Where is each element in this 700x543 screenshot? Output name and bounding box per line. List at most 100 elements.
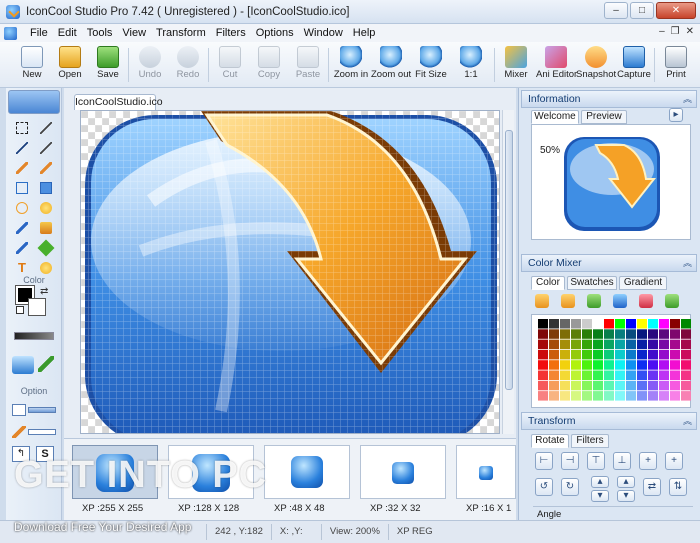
palette-swatch[interactable]	[637, 391, 647, 401]
menu-edit[interactable]: Edit	[53, 27, 82, 39]
palette-swatch[interactable]	[648, 360, 658, 370]
mixer-open-icon[interactable]	[561, 294, 575, 308]
palette-swatch[interactable]	[681, 380, 691, 391]
filled-ellipse-tool[interactable]	[34, 198, 58, 218]
palette-swatch[interactable]	[615, 349, 625, 360]
icon-canvas[interactable]	[80, 110, 500, 434]
palette-swatch[interactable]	[560, 380, 570, 391]
copy-button[interactable]: Copy	[249, 45, 289, 85]
center-v-icon[interactable]: +	[665, 452, 683, 470]
palette-swatch[interactable]	[615, 339, 625, 350]
fit-size-button[interactable]: Fit Size	[411, 45, 451, 85]
palette-swatch[interactable]	[538, 339, 548, 350]
format-thumb-32[interactable]	[360, 445, 446, 499]
palette-swatch[interactable]	[670, 329, 680, 339]
mixer-button[interactable]: Mixer	[496, 45, 536, 85]
palette-swatch[interactable]	[659, 380, 669, 391]
canvas-vertical-scrollbar[interactable]	[502, 110, 514, 434]
palette-swatch[interactable]	[670, 339, 680, 350]
option-square-icon[interactable]	[12, 404, 26, 416]
palette-swatch[interactable]	[571, 329, 581, 339]
menu-options[interactable]: Options	[251, 27, 299, 39]
menu-filters[interactable]: Filters	[211, 27, 251, 39]
palette-swatch[interactable]	[549, 380, 559, 391]
document-tab[interactable]: IconCoolStudio.ico	[74, 94, 163, 110]
palette-swatch[interactable]	[549, 349, 559, 360]
palette-swatch[interactable]	[593, 319, 603, 329]
mixer-save-icon[interactable]	[587, 294, 601, 308]
palette-swatch[interactable]	[637, 349, 647, 360]
maximize-button[interactable]: □	[630, 2, 654, 19]
palette-swatch[interactable]	[604, 370, 614, 381]
palette-swatch[interactable]	[670, 319, 680, 329]
palette-swatch[interactable]	[549, 360, 559, 370]
menu-file[interactable]: File	[25, 27, 53, 39]
palette-swatch[interactable]	[626, 360, 636, 370]
palette-swatch[interactable]	[637, 380, 647, 391]
menu-tools[interactable]: Tools	[82, 27, 118, 39]
palette-swatch[interactable]	[604, 319, 614, 329]
palette-swatch[interactable]	[659, 319, 669, 329]
palette-swatch[interactable]	[593, 380, 603, 391]
palette-swatch[interactable]	[659, 339, 669, 350]
nudge-up-icon[interactable]: ▴	[617, 476, 635, 488]
palette-swatch[interactable]	[571, 391, 581, 401]
scrollbar-thumb[interactable]	[505, 130, 513, 390]
flip-horizontal-icon[interactable]: ⇄	[643, 478, 661, 496]
ellipse-tool[interactable]	[10, 198, 34, 218]
scroll-right-icon[interactable]: ▸	[669, 108, 683, 122]
palette-swatch[interactable]	[648, 380, 658, 391]
palette-swatch[interactable]	[648, 391, 658, 401]
brush-size-bar[interactable]	[14, 332, 54, 340]
align-left-icon[interactable]: ⊢	[535, 452, 553, 470]
palette-swatch[interactable]	[648, 329, 658, 339]
palette-swatch[interactable]	[604, 380, 614, 391]
palette-swatch[interactable]	[560, 349, 570, 360]
rotate-right-icon[interactable]: ↻	[561, 478, 579, 496]
palette-swatch[interactable]	[637, 360, 647, 370]
gradient-tool[interactable]	[34, 238, 58, 258]
palette-swatch[interactable]	[571, 319, 581, 329]
palette-swatch[interactable]	[681, 391, 691, 401]
rotate-left-icon[interactable]: ↺	[535, 478, 553, 496]
undo-button[interactable]: Undo	[130, 45, 170, 85]
palette-swatch[interactable]	[571, 349, 581, 360]
spray-tool[interactable]	[10, 238, 34, 258]
format-thumb-48[interactable]	[264, 445, 350, 499]
palette-swatch[interactable]	[648, 349, 658, 360]
palette-swatch[interactable]	[626, 329, 636, 339]
image-icon[interactable]	[12, 356, 34, 374]
actual-size-button[interactable]: 1:1	[451, 45, 491, 85]
new-button[interactable]: New	[12, 45, 52, 85]
move-tool[interactable]	[34, 118, 58, 138]
zoom-out-button[interactable]: Zoom out	[371, 45, 411, 85]
palette-swatch[interactable]	[560, 370, 570, 381]
save-button[interactable]: Save	[88, 45, 128, 85]
palette-swatch[interactable]	[659, 391, 669, 401]
palette-swatch[interactable]	[670, 370, 680, 381]
palette-swatch[interactable]	[538, 349, 548, 360]
palette-swatch[interactable]	[681, 329, 691, 339]
tab-preview[interactable]: Preview	[581, 110, 627, 124]
palette-swatch[interactable]	[626, 370, 636, 381]
move-down-icon[interactable]: ▾	[591, 490, 609, 502]
collapse-icon[interactable]: ︽	[683, 91, 692, 107]
align-bottom-icon[interactable]: ⊥	[613, 452, 631, 470]
palette-swatch[interactable]	[560, 360, 570, 370]
rect-select-tool[interactable]	[10, 118, 34, 138]
palette-swatch[interactable]	[549, 391, 559, 401]
move-up-icon[interactable]: ▴	[591, 476, 609, 488]
palette-swatch[interactable]	[582, 391, 592, 401]
swap-colors-icon[interactable]: ⇄	[40, 286, 48, 297]
information-header[interactable]: Information ︽	[521, 90, 697, 108]
palette-swatch[interactable]	[659, 370, 669, 381]
tab-welcome[interactable]: Welcome	[531, 110, 579, 124]
menu-transform[interactable]: Transform	[151, 27, 211, 39]
palette-swatch[interactable]	[637, 339, 647, 350]
option-bar[interactable]	[28, 407, 56, 413]
palette-swatch[interactable]	[593, 360, 603, 370]
tab-gradient[interactable]: Gradient	[619, 276, 667, 290]
palette-swatch[interactable]	[549, 329, 559, 339]
palette-swatch[interactable]	[582, 349, 592, 360]
palette-swatch[interactable]	[659, 360, 669, 370]
